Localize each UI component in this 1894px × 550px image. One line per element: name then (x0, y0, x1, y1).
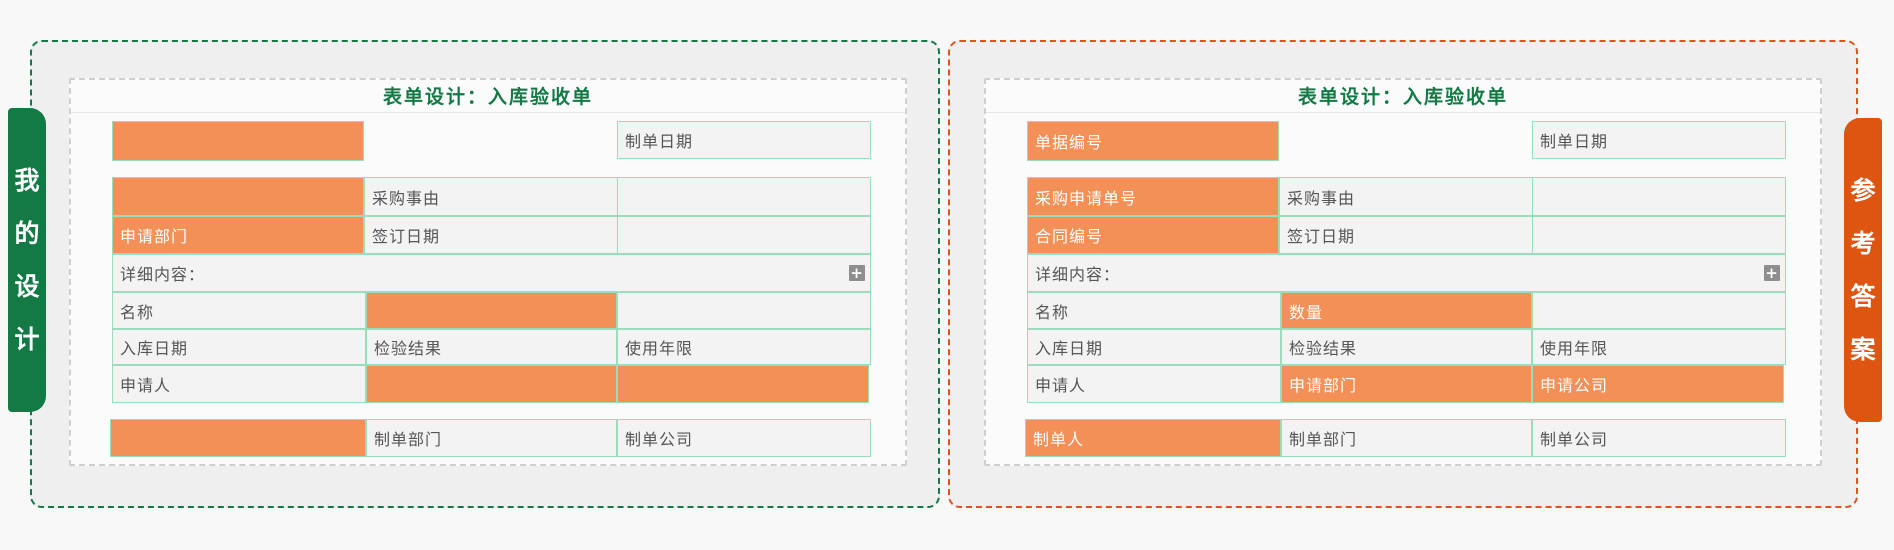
contract-field-cell[interactable]: 申请部门 (112, 216, 364, 254)
applicant-company-cell[interactable] (617, 365, 869, 403)
applicant-company-cell[interactable]: 申请公司 (1532, 365, 1784, 403)
applicant-cell[interactable]: 申请人 (1027, 365, 1281, 403)
applicant-dept-cell[interactable] (366, 365, 617, 403)
storage-date-cell[interactable]: 入库日期 (112, 329, 366, 365)
applicant-cell[interactable]: 申请人 (112, 365, 366, 403)
add-icon[interactable]: + (849, 265, 865, 281)
reference-answer-form: 表单设计：入库验收单 单据编号 制单日期 采购申请单号 采购事由 合同编号 签订… (984, 78, 1822, 466)
tab-char: 设 (14, 272, 40, 301)
sign-date-cell[interactable]: 签订日期 (1279, 216, 1533, 254)
inspection-result-cell[interactable]: 检验结果 (366, 329, 617, 365)
preparer-cell[interactable] (110, 419, 366, 457)
item-name-cell[interactable]: 名称 (112, 292, 366, 329)
reference-answer-tab[interactable]: 参 考 答 案 (1844, 118, 1882, 422)
applicant-dept-cell[interactable]: 申请部门 (1281, 365, 1532, 403)
tab-char: 我 (14, 166, 40, 195)
my-design-tab[interactable]: 我 的 设 计 (8, 108, 46, 412)
tab-char: 计 (14, 325, 40, 354)
purchase-reason-cell[interactable]: 采购事由 (364, 177, 618, 216)
form-title: 表单设计：入库验收单 (986, 82, 1820, 113)
tab-char: 参 (1850, 176, 1876, 205)
tab-char: 考 (1850, 229, 1876, 258)
storage-date-cell[interactable]: 入库日期 (1027, 329, 1281, 365)
doc-date-cell[interactable]: 制单日期 (1532, 121, 1786, 159)
preparer-cell[interactable]: 制单人 (1025, 419, 1281, 457)
sign-date-cell[interactable]: 签订日期 (364, 216, 618, 254)
inspection-result-cell[interactable]: 检验结果 (1281, 329, 1532, 365)
preparer-dept-cell[interactable]: 制单部门 (366, 419, 617, 457)
purchase-request-cell[interactable] (112, 177, 364, 216)
quantity-cell[interactable]: 数量 (1281, 292, 1532, 329)
purchase-reason-value-cell[interactable] (617, 177, 871, 216)
detail-content-label: 详细内容： (120, 265, 206, 284)
detail-content-label: 详细内容： (1035, 265, 1121, 284)
doc-date-cell[interactable]: 制单日期 (617, 121, 871, 159)
tab-char: 的 (14, 219, 40, 248)
purchase-reason-cell[interactable]: 采购事由 (1279, 177, 1533, 216)
preparer-company-cell[interactable]: 制单公司 (1532, 419, 1786, 457)
empty-cell[interactable] (1532, 292, 1786, 329)
form-title: 表单设计：入库验收单 (71, 82, 905, 113)
quantity-cell[interactable] (366, 292, 617, 329)
sign-date-value-cell[interactable] (1532, 216, 1786, 254)
detail-content-row: 详细内容： + (112, 254, 871, 292)
contract-number-cell[interactable]: 合同编号 (1027, 216, 1279, 254)
purchase-request-cell[interactable]: 采购申请单号 (1027, 177, 1279, 216)
sign-date-value-cell[interactable] (617, 216, 871, 254)
preparer-dept-cell[interactable]: 制单部门 (1281, 419, 1532, 457)
doc-number-cell[interactable] (112, 121, 364, 161)
service-life-cell[interactable]: 使用年限 (1532, 329, 1786, 365)
preparer-company-cell[interactable]: 制单公司 (617, 419, 871, 457)
add-icon[interactable]: + (1764, 265, 1780, 281)
purchase-reason-value-cell[interactable] (1532, 177, 1786, 216)
service-life-cell[interactable]: 使用年限 (617, 329, 871, 365)
tab-char: 答 (1850, 282, 1876, 311)
tab-char: 案 (1850, 335, 1876, 364)
doc-number-cell[interactable]: 单据编号 (1027, 121, 1279, 161)
empty-cell[interactable] (617, 292, 871, 329)
detail-content-row: 详细内容： + (1027, 254, 1786, 292)
item-name-cell[interactable]: 名称 (1027, 292, 1281, 329)
my-design-form: 表单设计：入库验收单 制单日期 采购事由 申请部门 签订日期 详细内容： + 名… (69, 78, 907, 466)
